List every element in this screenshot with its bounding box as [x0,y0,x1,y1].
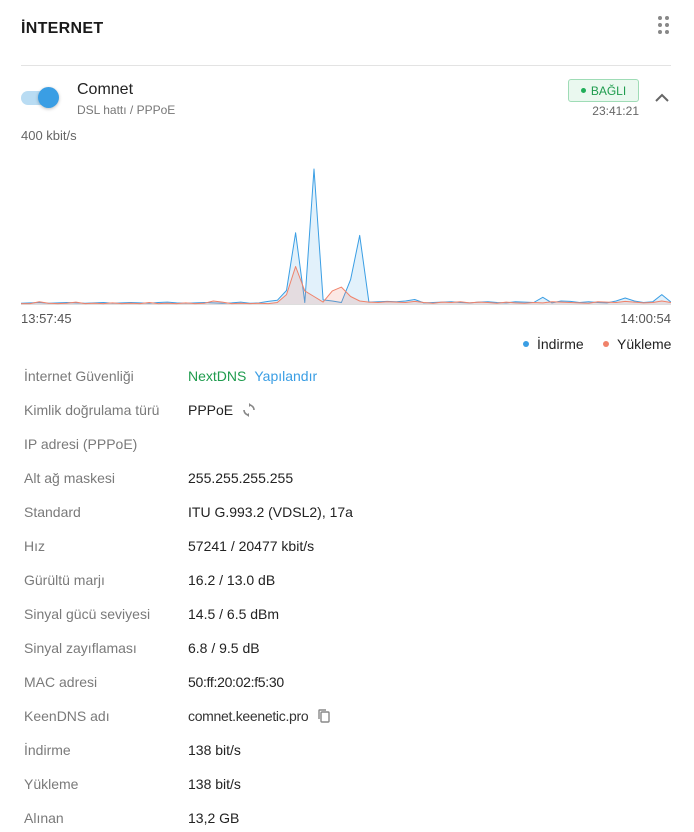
info-label: Sinyal gücü seviyesi [24,606,151,622]
status-label: BAĞLI [590,83,627,98]
info-label: Alınan [24,810,64,826]
info-value: 14.5 / 6.5 dBm [188,606,280,622]
info-label: İndirme [24,742,71,758]
series-area-download [21,169,671,304]
legend-upload-label: Yükleme [617,336,672,352]
refresh-icon[interactable] [241,402,257,421]
info-value: ITU G.993.2 (VDSL2), 17a [188,504,353,520]
info-value: 6.8 / 9.5 dB [188,640,260,656]
info-row-signal-power: Sinyal gücü seviyesi 14.5 / 6.5 dBm [24,606,664,626]
info-label: Gürültü marjı [24,572,105,588]
header-divider [21,65,671,66]
toggle-knob [38,87,59,108]
info-row-download: İndirme 138 bit/s [24,742,664,762]
legend-upload-dot-icon [603,341,609,347]
info-value: 138 bit/s [188,742,241,758]
info-label: KeenDNS adı [24,708,110,724]
info-label: Yükleme [24,776,79,792]
copy-icon[interactable] [316,708,332,727]
chart-y-max-label: 400 kbit/s [21,128,77,143]
info-value: 138 bit/s [188,776,241,792]
info-label: Hız [24,538,45,554]
info-row-noise: Gürültü marjı 16.2 / 13.0 dB [24,572,664,592]
info-value: 16.2 / 13.0 dB [188,572,276,588]
keendns-value: comnet.keenetic.pro [188,708,309,724]
info-label: Sinyal zayıflaması [24,640,137,656]
info-row-attenuation: Sinyal zayıflaması 6.8 / 9.5 dB [24,640,664,660]
info-value: 50:ff:20:02:f5:30 [188,674,284,690]
traffic-chart [21,168,671,305]
info-value: comnet.keenetic.pro [188,708,332,727]
info-row-received: Alınan 13,2 GB [24,810,664,830]
chevron-up-icon[interactable] [652,88,672,108]
info-label: Kimlik doğrulama türü [24,402,160,418]
info-label: İnternet Güvenliği [24,368,134,384]
configure-link[interactable]: Yapılandır [254,368,317,384]
auth-type-value: PPPoE [188,402,234,418]
status-time: 23:41:21 [592,104,639,118]
info-row-subnet: Alt ağ maskesi 255.255.255.255 [24,470,664,490]
info-label: IP adresi (PPPoE) [24,436,138,452]
series-area-upload [21,266,671,304]
drag-dots-icon[interactable] [658,16,672,34]
legend-upload: Yükleme [603,336,671,352]
info-row-upload: Yükleme 138 bit/s [24,776,664,796]
legend-download-dot-icon [523,341,529,347]
info-row-standard: Standard ITU G.993.2 (VDSL2), 17a [24,504,664,524]
page-title: İNTERNET [21,20,104,37]
chart-x-end-label: 14:00:54 [620,311,671,326]
status-badge: BAĞLI [568,79,639,102]
info-value: PPPoE [188,402,257,421]
info-row-auth: Kimlik doğrulama türü PPPoE [24,402,664,422]
chart-x-start-label: 13:57:45 [21,311,72,326]
legend-download: İndirme [523,336,584,352]
connection-toggle[interactable] [21,86,59,108]
info-label: MAC adresi [24,674,98,690]
nextdns-value: NextDNS [188,368,247,384]
info-row-ip: IP adresi (PPPoE) [24,436,664,456]
status-dot-icon [580,88,586,93]
info-row-keendns: KeenDNS adı comnet.keenetic.pro [24,708,664,728]
info-row-security: İnternet Güvenliği NextDNS Yapılandır [24,368,664,388]
legend-download-label: İndirme [537,336,584,352]
info-row-mac: MAC adresi 50:ff:20:02:f5:30 [24,674,664,694]
info-value: NextDNS Yapılandır [188,368,317,384]
connection-name: Comnet [77,81,134,98]
info-label: Standard [24,504,81,520]
info-value: 255.255.255.255 [188,470,294,486]
connection-subtitle: DSL hattı / PPPoE [77,103,176,117]
info-label: Alt ağ maskesi [24,470,116,486]
info-value: 57241 / 20477 kbit/s [188,538,315,554]
info-row-speed: Hız 57241 / 20477 kbit/s [24,538,664,558]
info-value: 13,2 GB [188,810,240,826]
series-line-download [21,168,671,304]
